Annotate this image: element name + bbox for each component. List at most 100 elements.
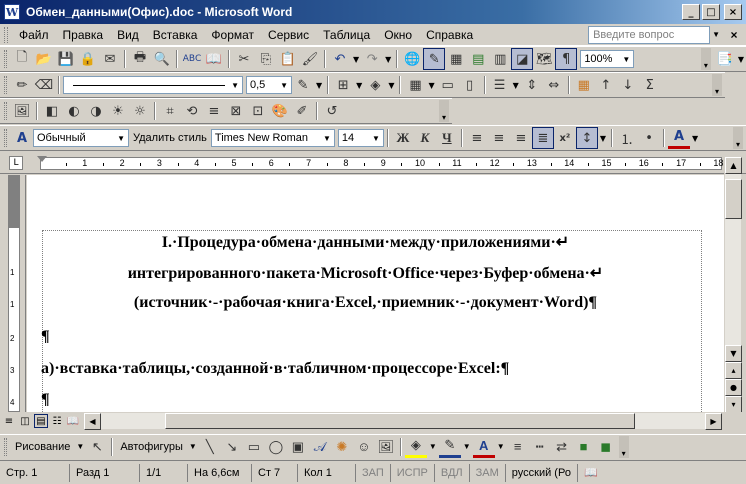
insert-table-dropdown-arrow[interactable]: ▼ (428, 81, 434, 90)
print-icon[interactable]: 🖶 (129, 48, 151, 70)
font-combo[interactable]: Times New Roman ▼ (210, 129, 335, 147)
distribute-rows-icon[interactable]: ⇕ (521, 74, 543, 96)
crop-icon[interactable]: ⌗ (159, 100, 181, 122)
sort-ascending-icon[interactable]: ↑ (595, 74, 617, 96)
text-wrapping-icon[interactable]: ⊡ (247, 100, 269, 122)
next-page-icon[interactable]: ▾ (725, 396, 742, 413)
drawing-icon[interactable]: ◪ (511, 48, 534, 70)
vertical-ruler[interactable]: 1 1 2 3 4 (0, 175, 26, 412)
maximize-button[interactable]: □ (702, 4, 720, 20)
menu-help[interactable]: Справка (419, 26, 480, 44)
tab-selector[interactable]: L (9, 156, 23, 170)
scroll-up-icon[interactable]: ▲ (725, 157, 742, 174)
undo-dropdown-arrow[interactable]: ▼ (353, 55, 359, 64)
heading-line-3[interactable]: (источник·-·рабочая·книга·Excel,·приемни… (27, 294, 724, 312)
empty-paragraph[interactable]: ¶ (41, 391, 50, 409)
wordart-icon[interactable]: 𝒜 (309, 436, 331, 458)
normal-view-icon[interactable]: ≡ (2, 414, 16, 428)
menu-window[interactable]: Окно (377, 26, 419, 44)
line-spacing-dropdown-arrow[interactable]: ▼ (600, 134, 606, 143)
show-hide-icon[interactable]: ¶ (555, 48, 578, 70)
align-cell-dropdown-arrow[interactable]: ▼ (513, 81, 519, 90)
drawing-menu-dropdown-arrow[interactable]: ▼ (76, 442, 84, 451)
cut-icon[interactable]: ✂ (233, 48, 255, 70)
research-icon[interactable]: 📖 (203, 48, 225, 70)
autoshapes-dropdown-arrow[interactable]: ▼ (189, 442, 197, 451)
scroll-left-icon[interactable]: ◀ (84, 413, 101, 430)
select-browse-object-icon[interactable]: ● (725, 379, 742, 396)
justify-icon[interactable]: ≣ (531, 127, 554, 149)
menu-view[interactable]: Вид (110, 26, 146, 44)
chevron-down-icon[interactable]: ▼ (231, 81, 239, 90)
styles-formatting-icon[interactable]: A (11, 127, 33, 149)
empty-paragraph[interactable]: ¶ (41, 328, 50, 346)
toolbar-grip[interactable] (4, 437, 7, 456)
document-close-button[interactable]: × (726, 28, 742, 42)
merge-cells-icon[interactable]: ▭ (437, 74, 459, 96)
read-dropdown-arrow[interactable]: ▼ (738, 55, 744, 64)
status-overtype[interactable]: ЗАМ (470, 463, 506, 482)
select-objects-icon[interactable]: ↖ (86, 436, 108, 458)
copy-icon[interactable]: ⎘ (255, 48, 277, 70)
menu-table[interactable]: Таблица (316, 26, 377, 44)
horizontal-scroll-thumb[interactable] (165, 413, 635, 429)
format-painter-icon[interactable]: 🖌 (299, 48, 321, 70)
web-view-icon[interactable]: ◫ (18, 414, 32, 428)
oval-icon[interactable]: ◯ (265, 436, 287, 458)
chevron-down-icon[interactable]: ▼ (280, 81, 288, 90)
clip-art-icon[interactable]: ☺ (353, 436, 375, 458)
align-left-icon[interactable]: ≡ (466, 127, 488, 149)
draw-table-icon[interactable]: ✏ (11, 74, 33, 96)
compress-pictures-icon[interactable]: ⊠ (225, 100, 247, 122)
undo-icon[interactable]: ↶ (329, 48, 351, 70)
toolbar-options-chevron[interactable]: ▾ (733, 127, 743, 149)
align-right-icon[interactable]: ≡ (510, 127, 532, 149)
menu-edit[interactable]: Правка (56, 26, 111, 44)
help-dropdown-arrow[interactable]: ▼ (712, 30, 720, 39)
menu-format[interactable]: Формат (204, 26, 261, 44)
chevron-down-icon[interactable]: ▼ (622, 55, 630, 64)
format-picture-icon[interactable]: 🎨 (269, 100, 291, 122)
eraser-icon[interactable]: ⌫ (33, 74, 55, 96)
tables-borders-icon[interactable]: ✎ (423, 48, 446, 70)
menu-tools[interactable]: Сервис (261, 26, 316, 44)
print-layout-icon[interactable]: ▤ (34, 414, 48, 428)
bullets-icon[interactable]: • (638, 127, 660, 149)
line-color-dropdown-arrow[interactable]: ▼ (463, 442, 471, 451)
scroll-right-icon[interactable]: ▶ (705, 413, 722, 430)
font-size-combo[interactable]: 14 ▼ (337, 129, 384, 147)
menu-grip[interactable] (4, 26, 8, 43)
line-spacing-icon[interactable]: ↕ (575, 127, 598, 149)
status-track-changes[interactable]: ИСПР (391, 463, 435, 482)
superscript-button[interactable]: x² (554, 127, 576, 149)
toolbar-grip[interactable] (4, 102, 7, 120)
vertical-scroll-thumb[interactable] (725, 179, 742, 219)
menu-insert[interactable]: Вставка (146, 26, 205, 44)
sort-descending-icon[interactable]: ↓ (617, 74, 639, 96)
table-autoformat-icon[interactable]: ▦ (573, 74, 595, 96)
toolbar-options-chevron[interactable]: ▾ (712, 74, 722, 96)
toolbar-grip[interactable] (4, 129, 7, 147)
line-style-icon[interactable]: ≡ (203, 100, 225, 122)
spelling-status-icon[interactable]: 📖 (578, 464, 604, 482)
document-map-icon[interactable]: 🗺 (533, 48, 555, 70)
autosum-icon[interactable]: Σ (639, 74, 661, 96)
insert-picture-icon[interactable]: 🖼 (11, 100, 33, 122)
heading-line-1[interactable]: I.·Процедура·обмена·данными·между·прилож… (27, 232, 724, 252)
insert-table-icon[interactable]: ▦ (404, 74, 426, 96)
line-weight-combo[interactable]: 0,5 ▼ (246, 76, 292, 94)
arrow-icon[interactable]: ↘ (221, 436, 243, 458)
italic-button[interactable]: К (414, 127, 436, 149)
text-box-icon[interactable]: ▣ (287, 436, 309, 458)
style-combo[interactable]: Обычный ▼ (33, 129, 129, 147)
paste-icon[interactable]: 📋 (277, 48, 299, 70)
rotate-icon[interactable]: ⟲ (181, 100, 203, 122)
more-contrast-icon[interactable]: ◐ (63, 100, 85, 122)
horizontal-ruler[interactable]: L 1 2 3 4 5 6 7 8 9 10 11 12 13 14 15 16 17 18 (0, 154, 746, 174)
new-icon[interactable]: 🗋 (11, 48, 33, 70)
status-extend[interactable]: ВДЛ (435, 463, 470, 482)
status-language[interactable]: русский (Ро (506, 463, 578, 482)
3d-style-icon[interactable]: ◼ (595, 436, 617, 458)
section-heading-a[interactable]: а)·вставка·таблицы,·созданной·в·таблично… (41, 360, 509, 378)
set-transparent-color-icon[interactable]: ✐ (291, 100, 313, 122)
